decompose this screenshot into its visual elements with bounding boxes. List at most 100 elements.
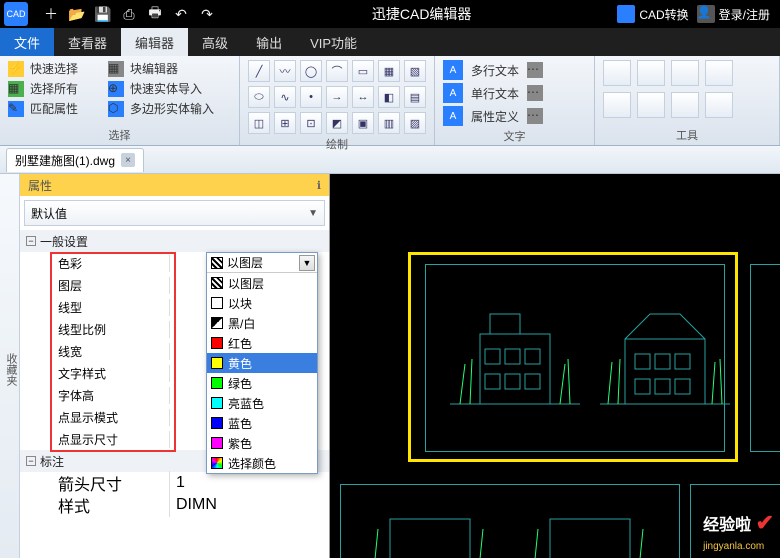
block-editor-button[interactable]: 块编辑器: [130, 60, 178, 77]
color-option-cyan[interactable]: 亮蓝色: [207, 393, 317, 413]
color-option-yellow[interactable]: 黄色: [207, 353, 317, 373]
swatch-cyan-icon: [211, 397, 223, 409]
properties-title: 属性: [28, 177, 52, 194]
draw-tool-rect[interactable]: ▭: [352, 60, 374, 82]
new-icon[interactable]: ＋: [40, 3, 62, 25]
cad-convert-button[interactable]: CAD转换: [617, 5, 688, 23]
more-icon-2[interactable]: ⋯: [527, 85, 543, 101]
app-icon: CAD: [4, 2, 28, 26]
login-button[interactable]: 👤 登录/注册: [697, 5, 770, 23]
tab-advanced[interactable]: 高级: [188, 28, 242, 56]
undo-icon[interactable]: ↶: [170, 3, 192, 25]
draw-tool-circle[interactable]: ◯: [300, 60, 322, 82]
select-all-button[interactable]: 选择所有: [30, 80, 78, 97]
draw-tool-hatch[interactable]: ▧: [404, 60, 426, 82]
draw-tool-table[interactable]: ▤: [404, 86, 426, 108]
more-icon[interactable]: ⋯: [527, 62, 543, 78]
color-option-green[interactable]: 绿色: [207, 373, 317, 393]
draw-tool-2[interactable]: ⊞: [274, 112, 296, 134]
color-dropdown[interactable]: 以图层 ▼ 以图层以块黑/白红色黄色绿色亮蓝色蓝色紫色选择颜色: [206, 252, 318, 474]
tab-vip[interactable]: VIP功能: [296, 28, 371, 56]
quick-select-button[interactable]: 快速选择: [30, 60, 78, 77]
section-general[interactable]: − 一般设置: [20, 230, 329, 252]
quick-access-toolbar: ＋ 📂 💾 ⎙ 🖶 ↶ ↷: [32, 3, 226, 25]
draw-tool-ray[interactable]: →: [326, 86, 348, 108]
draw-tool-line[interactable]: ╱: [248, 60, 270, 82]
draw-tool-point[interactable]: •: [300, 86, 322, 108]
draw-tool-3[interactable]: ⊡: [300, 112, 322, 134]
draw-tool-4[interactable]: ◩: [326, 112, 348, 134]
draw-tool-5[interactable]: ▣: [352, 112, 374, 134]
draw-tool-polyline[interactable]: 〰: [274, 60, 296, 82]
color-selected-display[interactable]: 以图层 ▼: [207, 253, 317, 273]
color-option-byblock[interactable]: 以块: [207, 293, 317, 313]
swatch-yellow-icon: [211, 357, 223, 369]
pdf-icon[interactable]: ⎙: [118, 3, 140, 25]
color-option-blue[interactable]: 蓝色: [207, 413, 317, 433]
draw-tool-spline[interactable]: ∿: [274, 86, 296, 108]
tab-viewer[interactable]: 查看器: [54, 28, 121, 56]
prop-arrowsize-value[interactable]: 1: [170, 474, 329, 492]
save-icon[interactable]: 💾: [92, 3, 114, 25]
tool-1[interactable]: [603, 60, 631, 86]
collapse-icon[interactable]: −: [26, 236, 36, 246]
draw-tool-region[interactable]: ◧: [378, 86, 400, 108]
tool-3[interactable]: [671, 60, 699, 86]
attr-button[interactable]: 属性定义: [471, 108, 519, 125]
match-prop-button[interactable]: 匹配属性: [30, 100, 78, 117]
login-label: 登录/注册: [719, 6, 770, 23]
close-icon[interactable]: ×: [121, 153, 135, 167]
color-option-red[interactable]: 红色: [207, 333, 317, 353]
file-tab[interactable]: 别墅建施图(1).dwg ×: [6, 148, 144, 172]
tool-5[interactable]: [603, 92, 631, 118]
more-icon-3[interactable]: ⋯: [527, 108, 543, 124]
open-icon[interactable]: 📂: [66, 3, 88, 25]
redo-icon[interactable]: ↷: [196, 3, 218, 25]
collapse-icon[interactable]: −: [26, 456, 36, 466]
stext-button[interactable]: 单行文本: [471, 85, 519, 102]
tab-editor[interactable]: 编辑器: [121, 28, 188, 56]
tool-7[interactable]: [671, 92, 699, 118]
ribbon-tabs: 文件 查看器 编辑器 高级 输出 VIP功能: [0, 28, 780, 56]
prop-linetype-label: 线型: [20, 299, 170, 316]
tool-2[interactable]: [637, 60, 665, 86]
quick-import-button[interactable]: 快速实体导入: [130, 80, 202, 97]
chevron-down-icon[interactable]: ▼: [299, 255, 315, 271]
draw-tool-ellipse[interactable]: ⬭: [248, 86, 270, 108]
check-icon: ✔: [756, 510, 774, 535]
default-dropdown[interactable]: 默认值 ▼: [24, 200, 325, 226]
lightning-icon: ⚡: [8, 61, 24, 77]
prop-style-value[interactable]: DIMN: [170, 496, 329, 514]
draw-tool-arc[interactable]: ⌒: [326, 60, 348, 82]
cad-convert-label: CAD转换: [639, 6, 688, 23]
draw-tool-1[interactable]: ◫: [248, 112, 270, 134]
draw-tool-7[interactable]: ▨: [404, 112, 426, 134]
swatch-bylayer-icon: [211, 277, 223, 289]
properties-panel: 收藏夹 属性 ℹ 默认值 ▼ − 一般设置 色彩 图层 线型 线型比例 线宽: [0, 174, 330, 558]
print-icon[interactable]: 🖶: [144, 3, 166, 25]
drawing-canvas[interactable]: 经验啦 ✔ jingyanla.com: [330, 174, 780, 558]
tab-file[interactable]: 文件: [0, 28, 54, 56]
poly-input-button[interactable]: 多边形实体输入: [130, 100, 214, 117]
tool-grid: [603, 60, 771, 118]
draw-tool-xline[interactable]: ↔: [352, 86, 374, 108]
color-option-choose[interactable]: 选择颜色: [207, 453, 317, 473]
pin-icon[interactable]: ℹ: [317, 179, 321, 192]
color-option-bylayer[interactable]: 以图层: [207, 273, 317, 293]
mtext-button[interactable]: 多行文本: [471, 62, 519, 79]
color-option-bw[interactable]: 黑/白: [207, 313, 317, 333]
section-annotation-label: 标注: [40, 453, 64, 470]
favorites-tab[interactable]: 收藏夹: [0, 174, 20, 558]
ribbon-group-select: ⚡快速选择▦块编辑器 ▦选择所有⊕快速实体导入 ✎匹配属性⬡多边形实体输入 选择: [0, 56, 240, 145]
tool-8[interactable]: [705, 92, 733, 118]
draw-tool-6[interactable]: ▥: [378, 112, 400, 134]
prop-lineweight-label: 线宽: [20, 343, 170, 360]
tab-output[interactable]: 输出: [242, 28, 296, 56]
color-option-label: 红色: [228, 335, 252, 352]
section-general-label: 一般设置: [40, 233, 88, 250]
color-option-label: 以图层: [228, 275, 264, 292]
draw-tool-insert[interactable]: ▦: [378, 60, 400, 82]
color-option-magenta[interactable]: 紫色: [207, 433, 317, 453]
tool-6[interactable]: [637, 92, 665, 118]
tool-4[interactable]: [705, 60, 733, 86]
